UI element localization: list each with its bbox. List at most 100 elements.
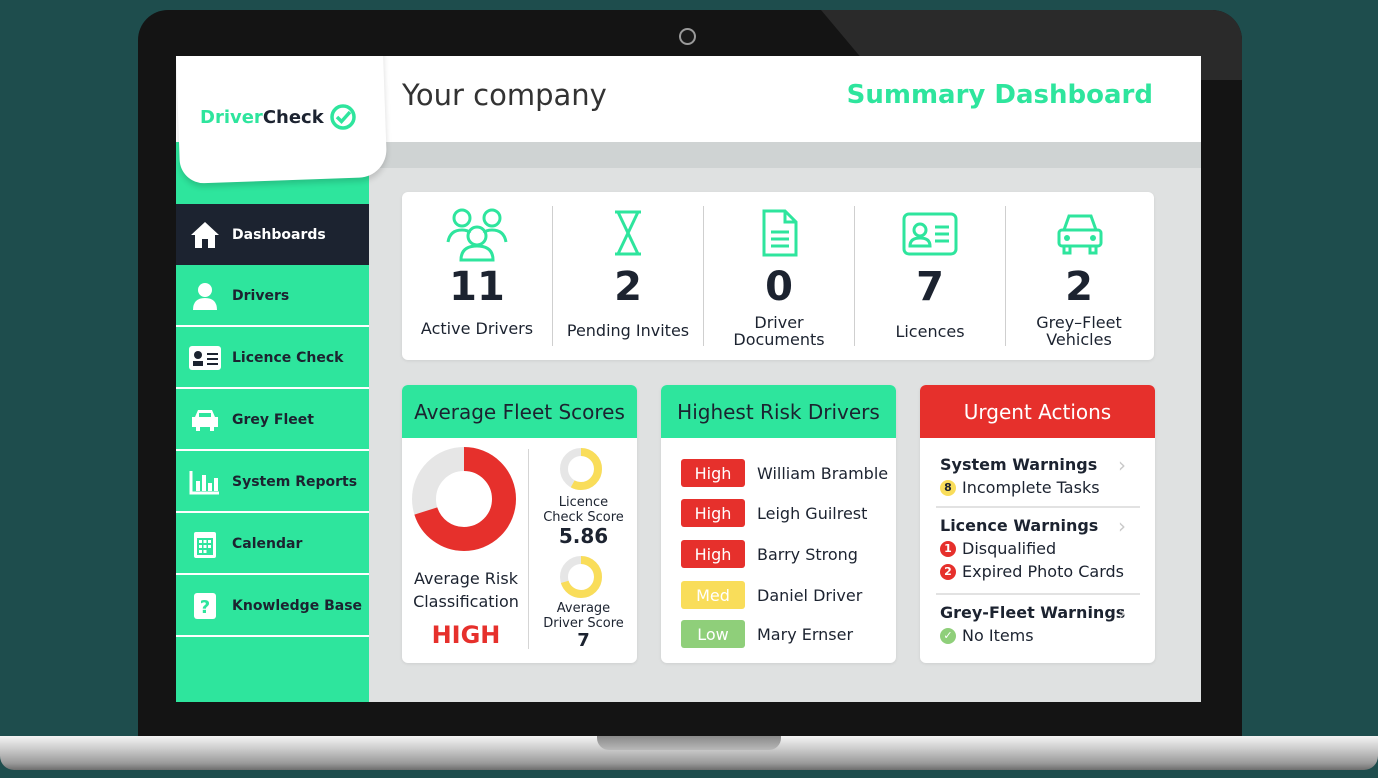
fleet-scores-card: Average Fleet Scores Average Risk Classi… (402, 385, 637, 663)
check-circle-icon (329, 104, 356, 130)
divider (936, 506, 1140, 508)
licence-score-value: 5.86 (558, 524, 609, 548)
brand-logo[interactable]: DriverCheck (200, 104, 356, 130)
driver-score-gauge (560, 556, 602, 598)
divider (528, 449, 529, 649)
system-warnings-title: System Warnings (940, 455, 1098, 474)
users-icon (446, 208, 508, 262)
summary-stats-card: 11 Active Drivers 2 Pending Invites 0 Dr… (402, 192, 1154, 360)
risk-level-badge: Low (681, 620, 745, 648)
sidebar-item-licence-check[interactable]: Licence Check (176, 328, 369, 389)
bar-chart-icon (188, 468, 222, 496)
sidebar: Dashboards Drivers Licence Check Grey Fl… (176, 142, 369, 702)
licence-warning-text: Disqualified (962, 539, 1057, 558)
sidebar-item-grey-fleet[interactable]: Grey Fleet (176, 390, 369, 451)
licence-warnings-title: Licence Warnings (940, 516, 1099, 535)
sidebar-item-drivers[interactable]: Drivers (176, 266, 369, 327)
chevron-right-icon: › (1118, 514, 1126, 538)
stat-label: Vehicles (1046, 330, 1112, 349)
sidebar-item-knowledge-base[interactable]: ? Knowledge Base (176, 576, 369, 637)
licence-score-label: Licence (558, 495, 609, 510)
stat-pending-invites[interactable]: 2 Pending Invites (553, 192, 703, 360)
stat-driver-documents[interactable]: 0 Driver Documents (704, 192, 854, 360)
app-screen: Your company Summary Dashboard Dashboard… (176, 56, 1201, 702)
sidebar-item-system-reports[interactable]: System Reports (176, 452, 369, 513)
sidebar-item-label: Dashboards (232, 226, 326, 243)
stat-value: 0 (765, 264, 793, 310)
risk-level-badge: High (681, 459, 745, 487)
count-badge: 2 (940, 563, 956, 580)
grey-fleet-warnings-text: No Items (962, 626, 1034, 645)
stat-label: Active Drivers (420, 319, 534, 338)
stat-active-drivers[interactable]: 11 Active Drivers (402, 192, 552, 360)
risk-label: Classification (413, 592, 519, 611)
count-badge: 8 (940, 479, 956, 496)
sidebar-item-label: Grey Fleet (232, 411, 314, 428)
table-row[interactable]: Med Daniel Driver (681, 581, 891, 609)
stat-label: Grey–Fleet (1036, 313, 1122, 332)
sidebar-item-label: Drivers (232, 287, 290, 304)
home-icon (188, 221, 222, 249)
risk-label: Average Risk (414, 569, 518, 588)
urgent-actions-card: Urgent Actions System Warnings 8 Incompl… (920, 385, 1155, 663)
driver-name: Leigh Guilrest (757, 503, 868, 523)
laptop-notch (597, 736, 781, 750)
system-warnings-item[interactable]: System Warnings 8 Incomplete Tasks › (940, 453, 1140, 497)
sidebar-item-label: Knowledge Base (232, 597, 363, 614)
stat-value: 7 (916, 264, 944, 310)
header-strip (366, 142, 1201, 168)
grey-fleet-warnings-title: Grey-Fleet Warnings (940, 603, 1126, 622)
urgent-actions-title: Urgent Actions (920, 385, 1155, 438)
driver-score-label: Average (556, 601, 611, 616)
sidebar-item-dashboards[interactable]: Dashboards (176, 204, 369, 265)
stat-value: 11 (449, 264, 505, 310)
company-name: Your company (402, 78, 607, 112)
id-card-icon (188, 344, 222, 372)
check-icon: ✓ (940, 627, 956, 644)
table-row[interactable]: High Barry Strong (681, 540, 891, 568)
stat-label: Documents (733, 330, 825, 349)
svg-text:?: ? (200, 597, 210, 618)
car-icon (188, 406, 222, 434)
document-icon (762, 209, 798, 257)
car-icon (1057, 214, 1103, 255)
stat-label: Licences (895, 322, 965, 341)
driver-name: William Bramble (757, 463, 889, 483)
table-row[interactable]: High Leigh Guilrest (681, 499, 891, 527)
calendar-icon (188, 530, 222, 558)
grey-fleet-warnings-item[interactable]: Grey-Fleet Warnings ✓ No Items › (940, 601, 1140, 645)
table-row[interactable]: Low Mary Ernser (681, 620, 891, 648)
question-icon: ? (188, 592, 222, 620)
stat-value: 2 (1065, 264, 1093, 310)
hourglass-icon (615, 210, 641, 256)
chevron-right-icon: › (1118, 601, 1126, 625)
stat-value: 2 (614, 264, 642, 310)
stat-label: Pending Invites (566, 321, 690, 340)
driver-score-value: 7 (577, 630, 590, 651)
risk-donut-chart (412, 447, 516, 551)
chevron-right-icon: › (1118, 453, 1126, 477)
risk-level-badge: High (681, 499, 745, 527)
fleet-scores-title: Average Fleet Scores (402, 385, 637, 438)
risk-level-badge: Med (681, 581, 745, 609)
table-row[interactable]: High William Bramble (681, 459, 891, 487)
stat-label: Driver (754, 313, 804, 332)
driver-score-label: Driver Score (543, 616, 624, 631)
driver-name: Mary Ernser (757, 624, 854, 644)
page-title: Summary Dashboard (846, 80, 1153, 110)
licence-score-label: Check Score (543, 510, 624, 525)
highest-risk-drivers-card: Highest Risk Drivers High William Brambl… (661, 385, 896, 663)
licence-warnings-item[interactable]: Licence Warnings 1 Disqualified 2 Expire… (940, 514, 1140, 581)
sidebar-item-calendar[interactable]: Calendar (176, 514, 369, 575)
risk-level-badge: High (681, 540, 745, 568)
driver-name: Barry Strong (757, 544, 858, 564)
licence-score-gauge (560, 448, 602, 490)
sidebar-item-label: Licence Check (232, 349, 344, 366)
stat-grey-fleet-vehicles[interactable]: 2 Grey–Fleet Vehicles (1004, 192, 1154, 360)
sidebar-item-label: Calendar (232, 535, 303, 552)
driver-name: Daniel Driver (757, 585, 863, 605)
risk-drivers-title: Highest Risk Drivers (661, 385, 896, 438)
stat-licences[interactable]: 7 Licences (855, 192, 1005, 360)
user-icon (188, 282, 222, 310)
divider (936, 593, 1140, 595)
